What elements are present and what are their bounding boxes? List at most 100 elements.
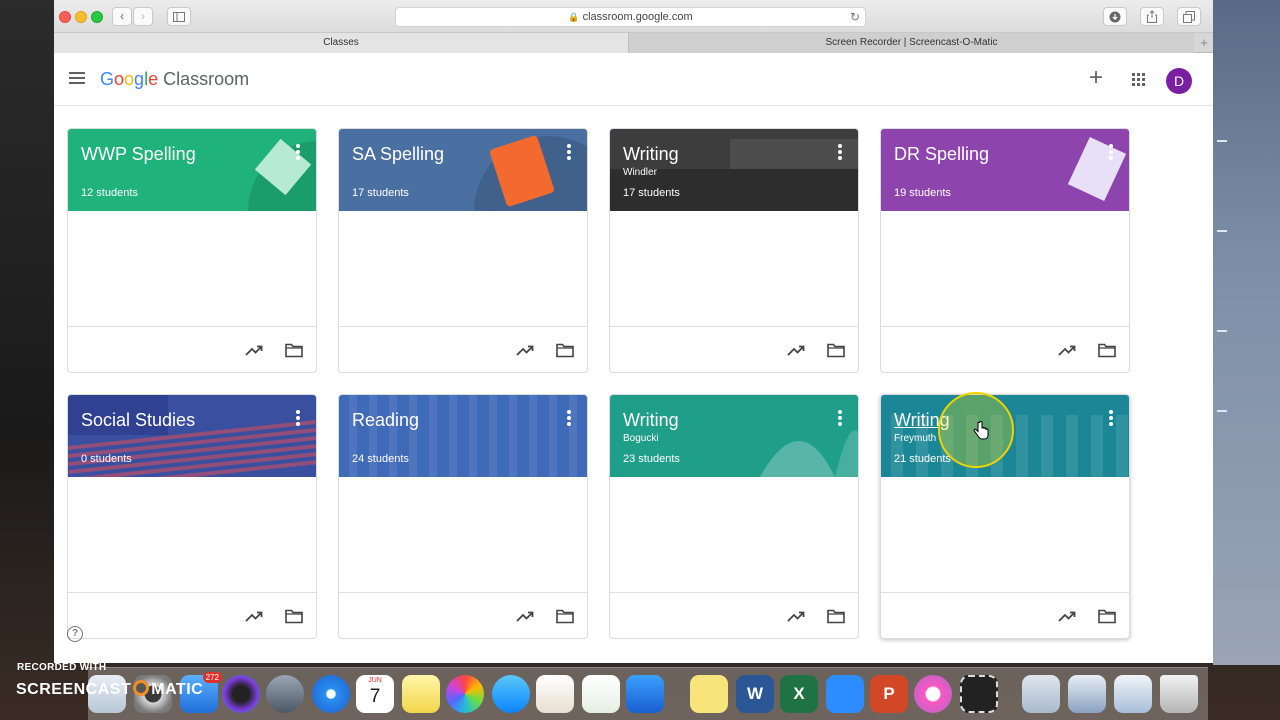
more-vert-icon[interactable] [296, 410, 300, 426]
minimize-window-button[interactable] [75, 11, 87, 23]
mail-badge: 272 [202, 672, 222, 683]
calendar-month: JUN [368, 677, 382, 684]
class-title[interactable]: Writing [623, 410, 679, 431]
calendar-dock-icon[interactable]: JUN 7 [356, 675, 394, 713]
watermark-recorded-with: RECORDED WITH [17, 662, 107, 673]
trending-up-icon[interactable] [516, 341, 534, 359]
trending-up-icon[interactable] [245, 341, 263, 359]
word-dock-icon[interactable]: W [736, 675, 774, 713]
class-title[interactable]: SA Spelling [352, 144, 444, 165]
keynote-dock-icon[interactable] [626, 675, 664, 713]
back-button[interactable]: ‹ [112, 7, 132, 26]
class-title[interactable]: WWP Spelling [81, 144, 196, 165]
help-icon[interactable]: ? [67, 626, 83, 642]
class-card-banner[interactable]: Social Studies 0 students [68, 395, 316, 477]
class-card-footer [68, 592, 316, 638]
class-title[interactable]: Writing [623, 144, 679, 165]
folder-icon[interactable] [556, 342, 574, 358]
siri-dock-icon[interactable] [222, 675, 260, 713]
trending-up-icon[interactable] [516, 607, 534, 625]
class-card[interactable]: DR Spelling 19 students [880, 128, 1130, 373]
forward-button[interactable]: › [133, 7, 153, 26]
share-button[interactable] [1140, 7, 1164, 26]
trending-up-icon[interactable] [245, 607, 263, 625]
notes-dock-icon[interactable] [402, 675, 440, 713]
hamburger-menu-icon[interactable] [69, 72, 85, 86]
more-vert-icon[interactable] [1109, 144, 1113, 160]
class-section: Bogucki [623, 433, 659, 444]
recent-document-icon-3[interactable] [1114, 675, 1152, 713]
pages-dock-icon[interactable] [536, 675, 574, 713]
address-bar[interactable]: 🔒 classroom.google.com ↻ [395, 7, 866, 27]
zoom-video-icon[interactable] [826, 675, 864, 713]
class-section: Freymuth [894, 433, 937, 444]
trending-up-icon[interactable] [1058, 341, 1076, 359]
macos-dock: 272 JUN 7 W X P [88, 667, 1208, 720]
more-vert-icon[interactable] [296, 144, 300, 160]
stickies-dock-icon[interactable] [690, 675, 728, 713]
more-vert-icon[interactable] [567, 144, 571, 160]
folder-icon[interactable] [827, 608, 845, 624]
photos-dock-icon[interactable] [446, 675, 484, 713]
more-vert-icon[interactable] [1109, 410, 1113, 426]
class-section: Windler [623, 167, 657, 178]
browser-toolbar: ‹ › 🔒 classroom.google.com ↻ [54, 0, 1213, 33]
more-vert-icon[interactable] [567, 410, 571, 426]
class-student-count: 21 students [894, 453, 951, 465]
class-card-banner[interactable]: Writing Bogucki 23 students [610, 395, 858, 477]
tab-screen-recorder[interactable]: Screen Recorder | Screencast-O-Matic [629, 33, 1194, 53]
safari-compass-icon[interactable] [312, 675, 350, 713]
browser-window: ‹ › 🔒 classroom.google.com ↻ Classes Scre… [54, 0, 1213, 663]
excel-dock-icon[interactable]: X [780, 675, 818, 713]
folder-icon[interactable] [1098, 608, 1116, 624]
google-apps-icon[interactable] [1132, 73, 1146, 87]
folder-icon[interactable] [556, 608, 574, 624]
share-icon [1147, 10, 1157, 23]
recent-document-icon-2[interactable] [1068, 675, 1106, 713]
screenshot-dock-icon[interactable] [960, 675, 998, 713]
sidebar-button[interactable] [167, 7, 191, 26]
create-join-class-button[interactable]: + [1084, 66, 1108, 90]
more-vert-icon[interactable] [838, 410, 842, 426]
account-avatar[interactable]: D [1166, 68, 1192, 94]
class-card[interactable]: SA Spelling 17 students [338, 128, 588, 373]
folder-icon[interactable] [1098, 342, 1116, 358]
trending-up-icon[interactable] [787, 607, 805, 625]
zoom-window-button[interactable] [91, 11, 103, 23]
class-title[interactable]: Social Studies [81, 410, 195, 431]
itunes-music-icon[interactable] [914, 675, 952, 713]
trending-up-icon[interactable] [787, 341, 805, 359]
tab-classes[interactable]: Classes [54, 33, 629, 53]
class-card-banner[interactable]: SA Spelling 17 students [339, 129, 587, 211]
class-card-banner[interactable]: Writing Windler 17 students [610, 129, 858, 211]
class-card-banner[interactable]: Reading 24 students [339, 395, 587, 477]
tab-overview-button[interactable] [1177, 7, 1201, 26]
class-title[interactable]: DR Spelling [894, 144, 989, 165]
calendar-day: 7 [369, 686, 381, 707]
class-card-banner[interactable]: DR Spelling 19 students [881, 129, 1129, 211]
downloads-button[interactable] [1103, 7, 1127, 26]
recent-document-icon[interactable] [1022, 675, 1060, 713]
classroom-header: Google Classroom + D [54, 54, 1213, 106]
launchpad-rocket-icon[interactable] [266, 675, 304, 713]
numbers-chart-icon[interactable] [582, 675, 620, 713]
class-card[interactable]: Writing Bogucki 23 students [609, 394, 859, 639]
class-card[interactable]: Writing Windler 17 students [609, 128, 859, 373]
class-card[interactable]: WWP Spelling 12 students [67, 128, 317, 373]
class-title[interactable]: Reading [352, 410, 419, 431]
folder-icon[interactable] [827, 342, 845, 358]
folder-icon[interactable] [285, 342, 303, 358]
class-card-banner[interactable]: WWP Spelling 12 students [68, 129, 316, 211]
powerpoint-dock-icon[interactable]: P [870, 675, 908, 713]
new-tab-button[interactable]: + [1195, 33, 1213, 53]
folder-icon[interactable] [285, 608, 303, 624]
class-card[interactable]: Reading 24 students [338, 394, 588, 639]
close-window-button[interactable] [59, 11, 71, 23]
trash-icon[interactable] [1160, 675, 1198, 713]
messages-dock-icon[interactable] [492, 675, 530, 713]
class-card[interactable]: Social Studies 0 students [67, 394, 317, 639]
more-vert-icon[interactable] [838, 144, 842, 160]
reload-icon[interactable]: ↻ [850, 8, 860, 26]
google-classroom-logo[interactable]: Google Classroom [100, 69, 249, 90]
trending-up-icon[interactable] [1058, 607, 1076, 625]
